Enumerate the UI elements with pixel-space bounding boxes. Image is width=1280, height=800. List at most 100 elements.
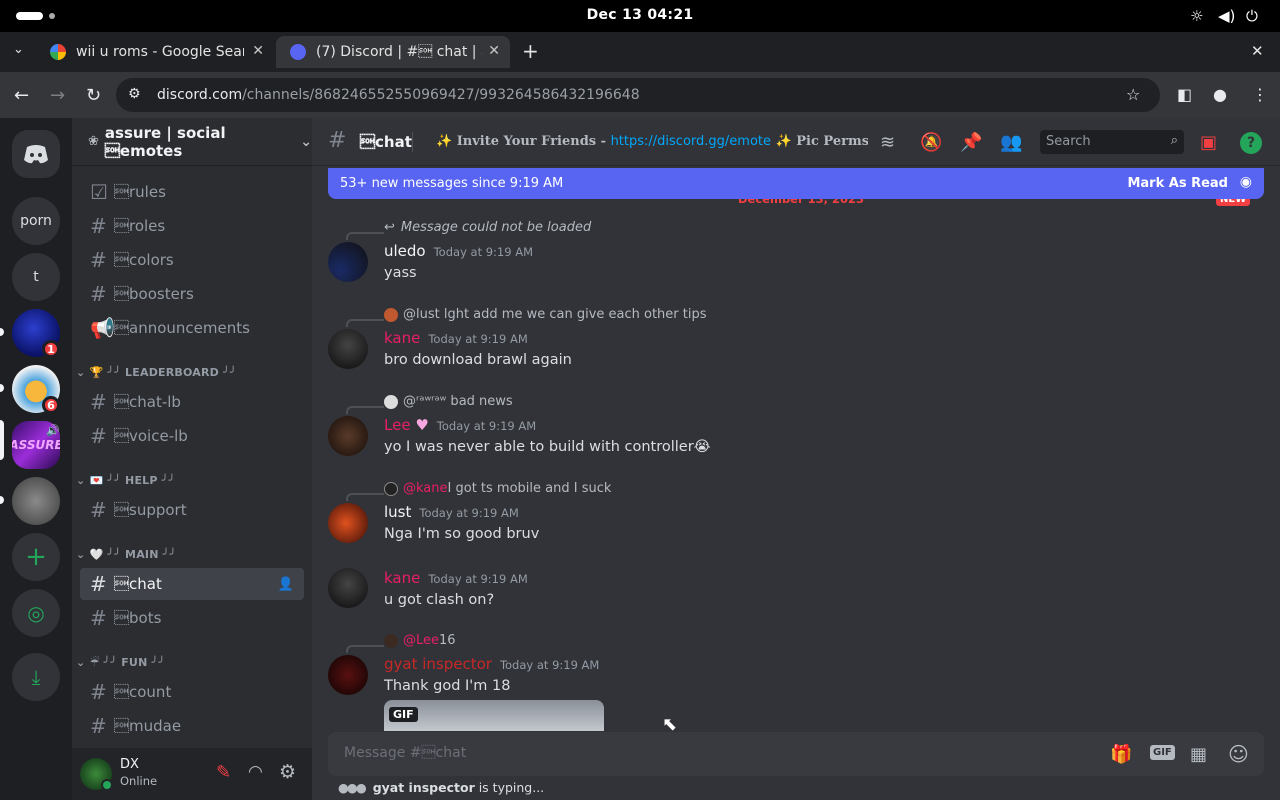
user-settings-gear-icon[interactable]: ⚙ bbox=[279, 761, 296, 783]
channel-mudae[interactable]: # mudae bbox=[80, 710, 304, 742]
chat-panel: # chat ✨ Invite Your Friends - https://… bbox=[312, 118, 1280, 800]
online-status-dot bbox=[101, 779, 113, 791]
reply-reference[interactable]: @kane I got ts mobile and I suck bbox=[384, 481, 611, 496]
create-invite-icon[interactable]: 👤 bbox=[278, 577, 294, 592]
browser-tab-discord[interactable]: (7) Discord | # chat | ass ✕ bbox=[276, 36, 510, 68]
browser-tab-google[interactable]: wii u roms - Google Sear ✕ bbox=[36, 36, 274, 68]
new-tab-icon[interactable]: + bbox=[522, 39, 539, 63]
reply-reference[interactable]: @ʳᵃʷʳᵃʷ bad news bbox=[384, 394, 513, 409]
reload-icon[interactable]: ↻ bbox=[86, 85, 101, 106]
channel-count[interactable]: # count bbox=[80, 676, 304, 708]
download-apps-button[interactable]: ⤓ bbox=[12, 653, 60, 701]
reply-reference[interactable]: @lust lght add me we can give each other… bbox=[384, 307, 707, 322]
help-icon[interactable]: ? bbox=[1240, 132, 1262, 154]
profile-icon[interactable]: ● bbox=[1213, 85, 1227, 104]
notification-muted-icon[interactable]: 🔕 bbox=[920, 132, 942, 153]
invite-link[interactable]: https://discord.gg/emote bbox=[611, 134, 771, 149]
channel-chat[interactable]: # chat 👤 bbox=[80, 568, 304, 600]
channel-colors[interactable]: # colors bbox=[80, 244, 304, 276]
guild-header[interactable]: ❀ assure | social emotes ⌄ bbox=[72, 118, 312, 166]
volume-icon[interactable]: ◀) bbox=[1218, 7, 1235, 25]
power-icon[interactable]: ⏻ bbox=[1246, 7, 1258, 25]
channel-chat-lb[interactable]: # chat-lb bbox=[80, 386, 304, 418]
gif-picker-icon[interactable]: GIF bbox=[1150, 745, 1175, 760]
message-content: yass bbox=[384, 265, 417, 281]
night-light-icon[interactable]: ☼ bbox=[1190, 7, 1203, 25]
system-top-bar: Dec 13 04:21 ☼ ◀) ⏻ bbox=[0, 0, 1280, 32]
gift-icon[interactable]: 🎁 bbox=[1110, 744, 1132, 765]
message-author[interactable]: gyat inspector Today at 9:19 AM bbox=[384, 655, 599, 673]
hash-icon: # bbox=[90, 248, 107, 272]
channel-announcements[interactable]: 📢 announcements bbox=[80, 312, 304, 344]
compass-icon: ◎ bbox=[27, 601, 45, 625]
explore-servers-button[interactable]: ◎ bbox=[12, 589, 60, 637]
browser-menu-icon[interactable]: ⋮ bbox=[1252, 85, 1268, 104]
close-tab-icon[interactable]: ✕ bbox=[252, 43, 264, 59]
search-box[interactable]: Search ⌕ bbox=[1040, 130, 1184, 154]
user-name[interactable]: DX bbox=[120, 757, 139, 772]
channel-rules[interactable]: ☑ rules bbox=[80, 176, 304, 208]
site-info-icon[interactable]: ⚙ bbox=[128, 86, 141, 102]
channel-support[interactable]: # support bbox=[80, 494, 304, 526]
message-content: Nga I'm so good bruv bbox=[384, 526, 540, 542]
gif-attachment[interactable]: GIF bbox=[384, 700, 604, 731]
message-author[interactable]: uledo Today at 9:19 AM bbox=[384, 242, 533, 260]
mark-as-read-button[interactable]: Mark As Read bbox=[1127, 176, 1228, 191]
message-author[interactable]: kane Today at 9:19 AM bbox=[384, 329, 528, 347]
address-bar[interactable]: ⚙ discord.com/channels/86824655255096942… bbox=[116, 78, 1160, 112]
category-leaderboard[interactable]: ⌄ 🏆 ╯╯ LEADERBOARD ╯╯ bbox=[76, 366, 237, 379]
channel-roles[interactable]: # roles bbox=[80, 210, 304, 242]
close-tab-icon[interactable]: ✕ bbox=[488, 43, 500, 59]
server-icon-t[interactable]: t bbox=[12, 253, 60, 301]
category-main[interactable]: ⌄ 🤍 ╯╯ MAIN ╯╯ bbox=[76, 548, 176, 561]
mute-microphone-icon[interactable]: ✎ bbox=[216, 762, 231, 783]
emoji-icon[interactable]: ☺ bbox=[1228, 742, 1249, 766]
gif-label: GIF bbox=[389, 707, 418, 722]
avatar[interactable] bbox=[328, 568, 368, 608]
mark-read-icon: ◉ bbox=[1239, 174, 1252, 190]
threads-icon[interactable]: ≋ bbox=[880, 132, 895, 153]
back-icon[interactable]: ← bbox=[14, 85, 29, 106]
headphones-icon[interactable]: ◠ bbox=[248, 762, 263, 782]
sticker-icon[interactable]: ▦ bbox=[1190, 744, 1207, 765]
channel-boosters[interactable]: # boosters bbox=[80, 278, 304, 310]
message-author[interactable]: Lee ♥ Today at 9:19 AM bbox=[384, 416, 536, 434]
channel-voice-lb[interactable]: # voice-lb bbox=[80, 420, 304, 452]
forward-icon[interactable]: → bbox=[50, 85, 65, 106]
category-help[interactable]: ⌄ 💌 ╯╯ HELP ╯╯ bbox=[76, 474, 175, 487]
hash-icon: # bbox=[90, 680, 107, 704]
message-composer[interactable]: Message #chat 🎁 GIF ▦ ☺ bbox=[328, 732, 1264, 776]
add-server-button[interactable]: + bbox=[12, 533, 60, 581]
avatar[interactable] bbox=[328, 242, 368, 282]
inbox-icon[interactable]: ▣ bbox=[1200, 132, 1217, 153]
url-text: discord.com/channels/868246552550969427/… bbox=[157, 87, 640, 103]
reply-reference[interactable]: ↩ Message could not be loaded bbox=[384, 220, 591, 235]
reply-reference[interactable]: @Lee 16 bbox=[384, 633, 456, 648]
message-author[interactable]: lust Today at 9:19 AM bbox=[384, 503, 519, 521]
server-icon-cat[interactable] bbox=[12, 477, 60, 525]
server-boost-icon: ❀ bbox=[88, 134, 99, 149]
channel-bots[interactable]: # bots bbox=[80, 602, 304, 634]
member-list-icon[interactable]: 👥 bbox=[1000, 132, 1022, 153]
discord-home-icon bbox=[24, 145, 48, 164]
message-author[interactable]: kane Today at 9:19 AM bbox=[384, 569, 528, 587]
pinned-messages-icon[interactable]: 📌 bbox=[960, 132, 982, 153]
avatar[interactable] bbox=[328, 329, 368, 369]
avatar[interactable] bbox=[328, 503, 368, 543]
system-clock[interactable]: Dec 13 04:21 bbox=[0, 7, 1280, 23]
close-window-icon[interactable]: ✕ bbox=[1251, 42, 1264, 60]
browser-toolbar: ← → ↻ ⚙ discord.com/channels/86824655255… bbox=[0, 72, 1280, 118]
discord-home-button[interactable] bbox=[12, 130, 60, 178]
new-messages-banner[interactable]: 53+ new messages since 9:19 AM Mark As R… bbox=[328, 168, 1264, 199]
category-fun[interactable]: ⌄ ☔ ╯╯ FUN ╯╯ bbox=[76, 656, 165, 669]
plus-icon: + bbox=[25, 542, 47, 572]
bookmark-star-icon[interactable]: ☆ bbox=[1126, 85, 1140, 104]
tab-search-chevron-icon[interactable]: ⌄ bbox=[13, 42, 24, 57]
side-panel-icon[interactable]: ◧ bbox=[1177, 85, 1192, 104]
server-icon-porn[interactable]: porn bbox=[12, 197, 60, 245]
channel-topic[interactable]: ✨ Invite Your Friends - https://discord.… bbox=[436, 134, 868, 149]
avatar[interactable] bbox=[328, 416, 368, 456]
message-content: yo I was never able to build with contro… bbox=[384, 439, 711, 455]
chevron-down-icon: ⌄ bbox=[300, 133, 312, 150]
avatar[interactable] bbox=[328, 655, 368, 695]
